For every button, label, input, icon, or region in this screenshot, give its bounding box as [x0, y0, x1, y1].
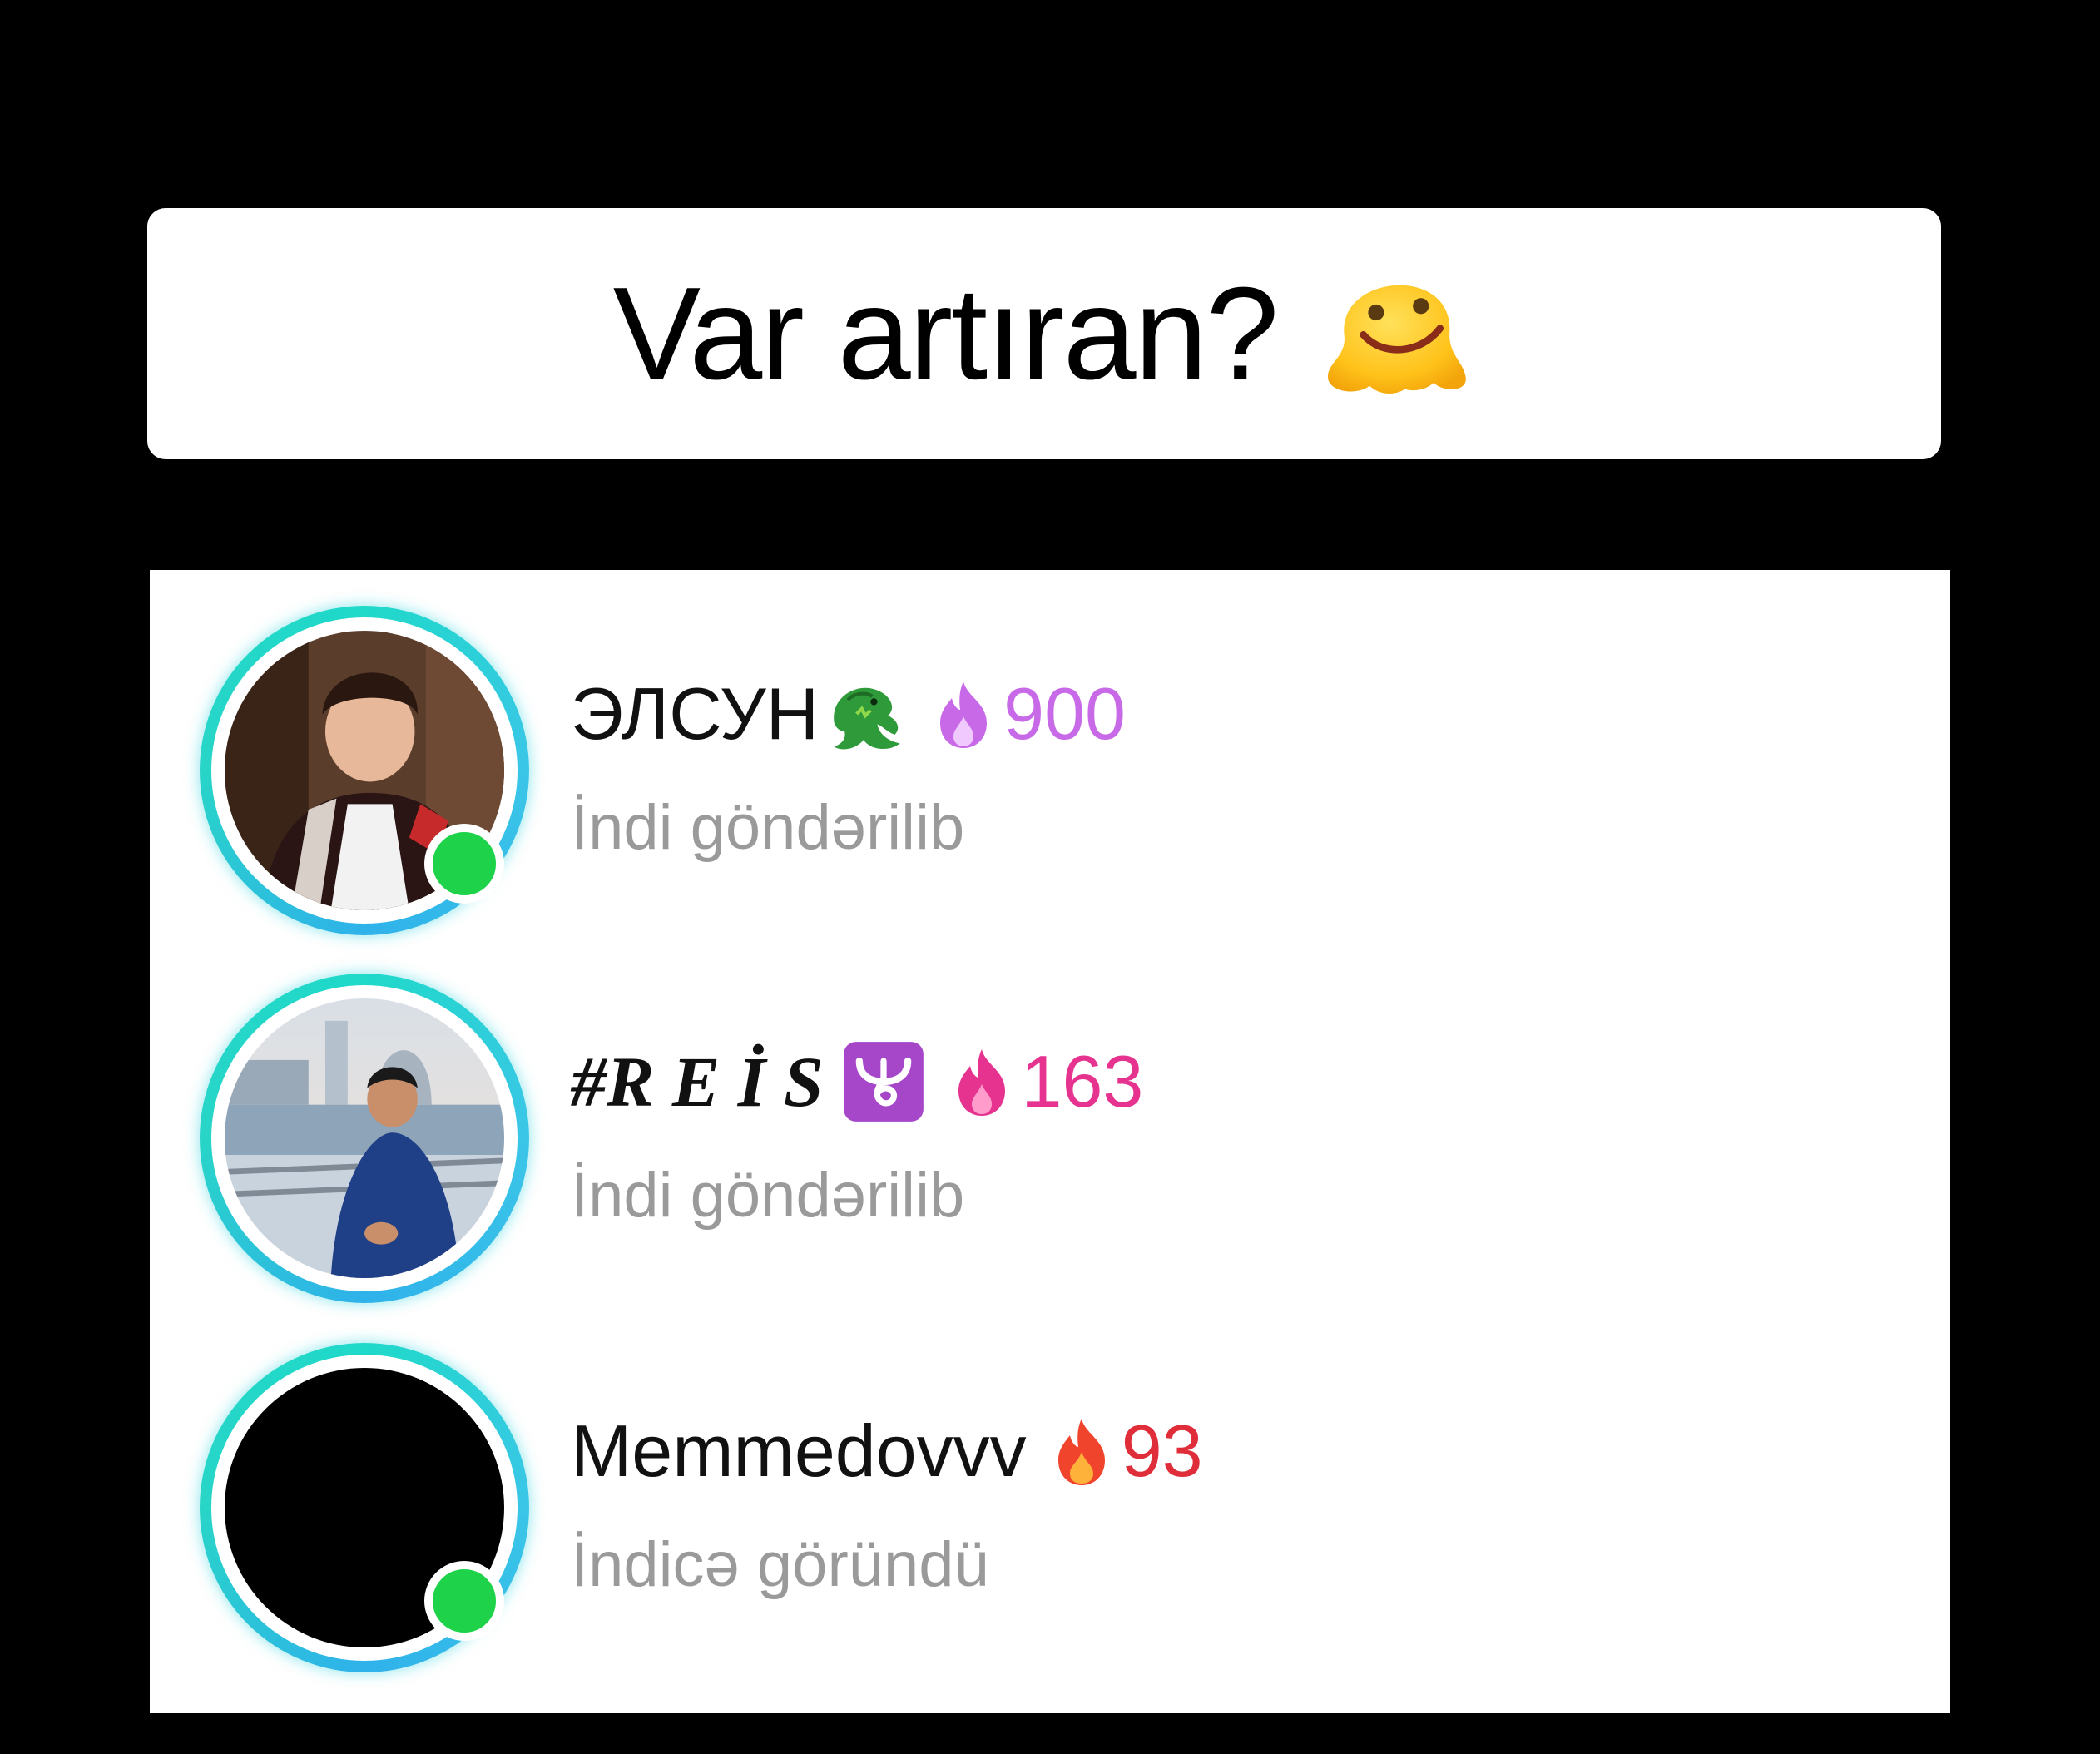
friend-name: ЭЛСУН — [571, 672, 820, 755]
streak-count: 93 — [1121, 1410, 1203, 1492]
avatar — [225, 998, 504, 1278]
melting-face-emoji-icon — [1315, 242, 1475, 402]
list-item[interactable]: #R E İ S 163 İndi göndərilib — [150, 938, 1950, 1303]
online-indicator — [424, 1561, 504, 1641]
story-ring[interactable] — [200, 1343, 529, 1672]
story-ring[interactable] — [200, 974, 529, 1303]
name-line: ЭЛСУН 900 — [571, 668, 1126, 760]
caption-text: Var artıran? — [612, 260, 1280, 407]
ophiuchus-emoji-icon — [840, 1038, 927, 1125]
friends-list: ЭЛСУН 900 İndi göndərilib #R E İ S 163 İ… — [150, 570, 1950, 1713]
name-line: Memmedovvv 93 — [571, 1405, 1203, 1497]
status-text: İndi göndərilib — [571, 1160, 965, 1231]
red-flame-icon — [1052, 1415, 1112, 1487]
streak-count: 163 — [1021, 1040, 1144, 1122]
list-item[interactable]: Memmedovvv 93 İndicə göründü — [150, 1307, 1950, 1672]
dragon-emoji-icon — [822, 671, 909, 757]
story-ring[interactable] — [200, 606, 529, 935]
streak-count: 900 — [1003, 672, 1126, 755]
status-text: İndi göndərilib — [571, 792, 965, 863]
friend-name: Memmedovvv — [571, 1410, 1027, 1492]
purple-flame-icon — [934, 678, 993, 750]
friend-name: #R E İ S — [571, 1042, 824, 1122]
caption-banner: Var artıran? — [147, 208, 1941, 459]
list-item[interactable]: ЭЛСУН 900 İndi göndərilib — [150, 570, 1950, 935]
name-line: #R E İ S 163 — [571, 1036, 1143, 1127]
pink-flame-icon — [952, 1046, 1012, 1117]
status-text: İndicə göründü — [571, 1529, 989, 1600]
online-indicator — [424, 824, 504, 904]
